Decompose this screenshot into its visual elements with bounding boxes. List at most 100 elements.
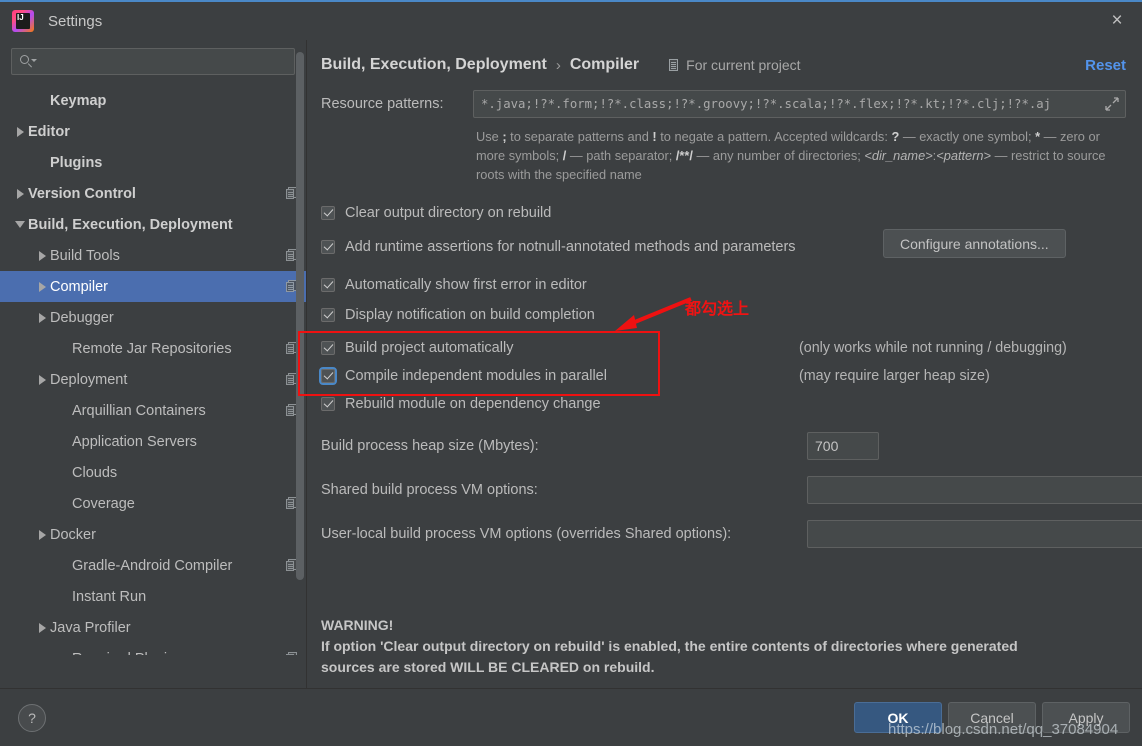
sidebar-item-label: Compiler: [50, 278, 109, 295]
sidebar-item-label: Keymap: [50, 92, 107, 109]
window-title: Settings: [48, 12, 103, 30]
sidebar-item-label: Debugger: [50, 309, 114, 326]
sidebar-item-clouds[interactable]: Clouds: [0, 457, 306, 488]
input-build-process-heap-size-mbytes[interactable]: [807, 432, 879, 460]
input-user-local-build-process-vm-options-over[interactable]: [807, 520, 1142, 548]
checkbox-clear-output-directory-on-rebuild[interactable]: [321, 206, 335, 220]
warning-text: WARNING! If option 'Clear output directo…: [321, 615, 1018, 678]
search-icon: [20, 54, 37, 69]
warning-line-2: sources are stored WILL BE CLEARED on re…: [321, 659, 655, 675]
sidebar-scrollbar[interactable]: [296, 52, 304, 580]
option-row: Build project automatically (only works w…: [321, 334, 1126, 362]
checkbox-display-notification-on-build-completion[interactable]: [321, 308, 335, 322]
sidebar-item-version-control[interactable]: Version Control: [0, 178, 306, 209]
field-row: Build process heap size (Mbytes):: [321, 424, 1126, 468]
sidebar-item-deployment[interactable]: Deployment: [0, 364, 306, 395]
sidebar-item-keymap[interactable]: Keymap: [0, 85, 306, 116]
sidebar-item-arquillian-containers[interactable]: Arquillian Containers: [0, 395, 306, 426]
chevron-down-icon[interactable]: [12, 221, 28, 228]
field-row: Shared build process VM options:: [321, 468, 1142, 512]
field-label: User-local build process VM options (ove…: [321, 526, 732, 542]
option-side-note: (may require larger heap size): [799, 368, 990, 384]
cancel-button[interactable]: Cancel: [948, 702, 1036, 733]
settings-sidebar: Keymap Editor Plugins Version Control Build,…: [0, 40, 307, 691]
sidebar-item-coverage[interactable]: Coverage: [0, 488, 306, 519]
chevron-right-icon[interactable]: [34, 250, 50, 261]
close-icon[interactable]: ×: [1092, 2, 1142, 40]
option-row: Clear output directory on rebuild: [321, 198, 1126, 228]
search-input[interactable]: [35, 53, 294, 70]
title-bar: Settings ×: [0, 2, 1142, 40]
option-label[interactable]: Build project automatically: [345, 340, 513, 356]
intellij-idea-logo-icon: [12, 10, 34, 32]
chevron-right-icon[interactable]: [12, 126, 28, 137]
reset-link[interactable]: Reset: [1085, 57, 1126, 74]
resource-patterns-hint: Use ; to separate patterns and ! to nega…: [476, 129, 1106, 182]
checkbox-compile-independent-modules-in-parallel[interactable]: [319, 367, 337, 385]
sidebar-item-label: Editor: [28, 123, 70, 140]
sidebar-item-docker[interactable]: Docker: [0, 519, 306, 550]
sidebar-item-plugins[interactable]: Plugins: [0, 147, 306, 178]
resource-patterns-label: Resource patterns:: [321, 96, 444, 112]
option-label[interactable]: Display notification on build completion: [345, 307, 595, 323]
checkbox-build-project-automatically[interactable]: [321, 341, 335, 355]
sidebar-item-gradle-android-compiler[interactable]: Gradle-Android Compiler: [0, 550, 306, 581]
option-label[interactable]: Add runtime assertions for notnull-annot…: [345, 239, 796, 255]
search-box[interactable]: [11, 48, 295, 75]
checkbox-automatically-show-first-error-in-editor[interactable]: [321, 278, 335, 292]
sidebar-item-build-tools[interactable]: Build Tools: [0, 240, 306, 271]
sidebar-item-compiler[interactable]: Compiler: [0, 271, 306, 302]
sidebar-item-required-plugins[interactable]: Required Plugins: [0, 643, 306, 655]
option-label[interactable]: Clear output directory on rebuild: [345, 205, 551, 221]
sidebar-item-java-profiler[interactable]: Java Profiler: [0, 612, 306, 643]
breadcrumb-parent[interactable]: Build, Execution, Deployment: [321, 56, 547, 74]
option-label[interactable]: Automatically show first error in editor: [345, 277, 587, 293]
input-shared-build-process-vm-options[interactable]: [807, 476, 1142, 504]
configure-annotations-button[interactable]: Configure annotations...: [883, 229, 1066, 258]
sidebar-item-label: Clouds: [72, 464, 118, 481]
settings-tree: Keymap Editor Plugins Version Control Build,…: [0, 85, 306, 655]
chevron-right-icon[interactable]: [12, 188, 28, 199]
chevron-right-icon[interactable]: [34, 312, 50, 323]
option-label[interactable]: Rebuild module on dependency change: [345, 396, 601, 412]
sidebar-item-editor[interactable]: Editor: [0, 116, 306, 147]
sidebar-item-label: Version Control: [28, 185, 136, 202]
sidebar-item-remote-jar-repositories[interactable]: Remote Jar Repositories: [0, 333, 306, 364]
option-row: Add runtime assertions for notnull-annot…: [321, 229, 1126, 262]
sidebar-item-label: Build, Execution, Deployment: [28, 216, 233, 233]
help-button[interactable]: ?: [18, 703, 46, 732]
sidebar-item-debugger[interactable]: Debugger: [0, 302, 306, 333]
resource-patterns-value: *.java;!?*.form;!?*.class;!?*.groovy;!?*…: [481, 97, 1052, 111]
chevron-right-icon[interactable]: [34, 529, 50, 540]
option-row: Rebuild module on dependency change: [321, 390, 1126, 418]
chevron-right-icon[interactable]: [34, 281, 50, 292]
ok-button[interactable]: OK: [854, 702, 942, 733]
sidebar-item-label: Deployment: [50, 371, 128, 388]
sidebar-item-label: Plugins: [50, 154, 103, 171]
field-label: Shared build process VM options:: [321, 482, 538, 498]
option-row: Compile independent modules in parallel (…: [319, 362, 1126, 390]
sidebar-item-application-servers[interactable]: Application Servers: [0, 426, 306, 457]
checkbox-add-runtime-assertions-for-notnull-annotated-methods-and-parameters[interactable]: [321, 240, 335, 254]
red-annotation-note: 都勾选上: [685, 301, 750, 318]
chevron-right-icon[interactable]: [34, 374, 50, 385]
checkbox-rebuild-module-on-dependency-change[interactable]: [321, 397, 335, 411]
sidebar-item-build-execution-deployment[interactable]: Build, Execution, Deployment: [0, 209, 306, 240]
project-scope-text: For current project: [686, 57, 801, 73]
sidebar-item-instant-run[interactable]: Instant Run: [0, 581, 306, 612]
warning-title: WARNING!: [321, 617, 394, 633]
resource-patterns-field[interactable]: *.java;!?*.form;!?*.class;!?*.groovy;!?*…: [473, 90, 1126, 118]
chevron-right-icon[interactable]: [34, 622, 50, 633]
sidebar-item-label: Coverage: [72, 495, 135, 512]
sidebar-item-label: Docker: [50, 526, 96, 543]
sidebar-item-label: Build Tools: [50, 247, 120, 264]
sidebar-item-label: Instant Run: [72, 588, 147, 605]
build-process-fields: Build process heap size (Mbytes): Shared …: [321, 424, 1142, 556]
sidebar-item-label: Java Profiler: [50, 619, 131, 636]
project-scope-badge-icon: [286, 652, 298, 655]
field-row: User-local build process VM options (ove…: [321, 512, 1142, 556]
option-label[interactable]: Compile independent modules in parallel: [345, 368, 607, 384]
apply-button[interactable]: Apply: [1042, 702, 1130, 733]
expand-field-icon[interactable]: [1105, 97, 1119, 111]
search-area: [0, 40, 306, 85]
